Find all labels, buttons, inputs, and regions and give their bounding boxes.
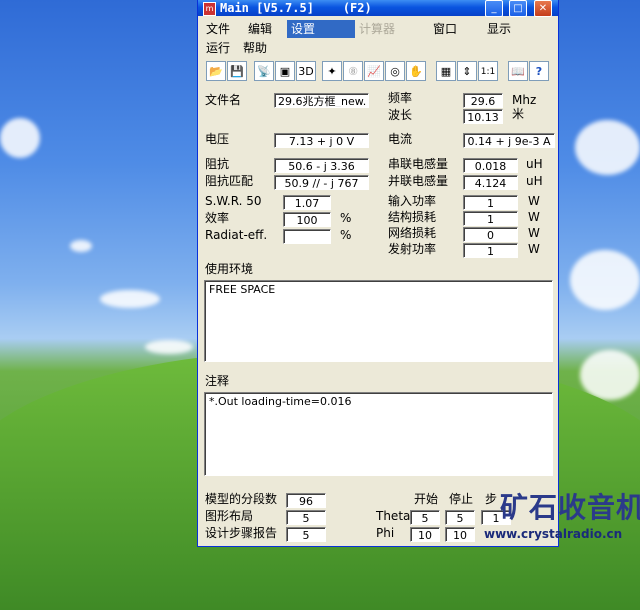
network-loss-unit: W	[528, 226, 540, 240]
efficiency-label: 效率	[205, 211, 230, 225]
input-power-field[interactable]: 1	[463, 195, 518, 210]
wavelength-field[interactable]: 10.13	[463, 109, 503, 124]
help-icon[interactable]: ?	[529, 61, 549, 81]
radiated-power-unit: W	[528, 242, 540, 256]
series-inductance-field[interactable]: 0.018	[463, 158, 518, 173]
frequency-label: 频率	[388, 91, 413, 105]
environment-textarea[interactable]: FREE SPACE	[204, 280, 553, 362]
graph-icon[interactable]: 📈	[364, 61, 384, 81]
theta-start-field[interactable]: 5	[410, 510, 440, 525]
match-field[interactable]: 50.9 // - j 767	[274, 175, 369, 190]
hand-icon[interactable]: ✋	[406, 61, 426, 81]
menu-edit[interactable]: 编辑	[244, 20, 276, 38]
disabled-tool-icon[interactable]: ⑧	[343, 61, 363, 81]
antenna-icon[interactable]: 📡	[254, 61, 274, 81]
stop-header: 停止	[449, 492, 474, 506]
watermark-title: 矿石收音机	[500, 491, 640, 524]
series-inductance-unit: uH	[526, 157, 543, 171]
frequency-field[interactable]: 29.6	[463, 93, 503, 108]
calculator-icon[interactable]: ▦	[436, 61, 456, 81]
segments-label: 模型的分段数	[205, 492, 278, 506]
menu-help[interactable]: 帮助	[239, 39, 271, 57]
title-bar[interactable]: m Main [V5.7.5] (F2) _ □ ✕	[198, 0, 558, 17]
network-loss-label: 网络损耗	[388, 226, 437, 240]
target-icon[interactable]: ◎	[385, 61, 405, 81]
menu-settings[interactable]: 设置	[287, 20, 355, 38]
menu-window[interactable]: 窗口	[429, 20, 461, 38]
input-power-label: 输入功率	[388, 194, 437, 208]
input-power-unit: W	[528, 194, 540, 208]
3d-view-icon[interactable]: 3D	[296, 61, 316, 81]
current-field[interactable]: 0.14 + j 9e-3 A	[463, 133, 555, 148]
menu-bar: 文件 编辑 设置 计算器 窗口 显示 运行 帮助	[198, 19, 558, 59]
impedance-field[interactable]: 50.6 - j 3.36	[274, 158, 369, 173]
theta-stop-field[interactable]: 5	[445, 510, 475, 525]
open-folder-icon[interactable]: 📂	[206, 61, 226, 81]
filename-label: 文件名	[205, 93, 242, 107]
parallel-inductance-unit: uH	[526, 174, 543, 188]
phi-label: Phi	[376, 526, 395, 540]
phi-start-field[interactable]: 10	[410, 527, 440, 542]
struct-loss-field[interactable]: 1	[463, 211, 518, 226]
cube-icon[interactable]: ▣	[275, 61, 295, 81]
struct-loss-label: 结构损耗	[388, 210, 437, 224]
swr-field[interactable]: 1.07	[283, 195, 331, 210]
series-inductance-label: 串联电感量	[388, 157, 449, 171]
filename-field[interactable]: 29.6兆方框_new.	[274, 93, 369, 108]
swr-label: S.W.R. 50	[205, 194, 262, 208]
radiat-eff-label: Radiat-eff.	[205, 228, 268, 242]
menu-display[interactable]: 显示	[483, 20, 515, 38]
minimize-button[interactable]: _	[485, 0, 503, 17]
notes-label: 注释	[205, 374, 230, 388]
main-window: m Main [V5.7.5] (F2) _ □ ✕ 文件 编辑 设置 计算器 …	[198, 0, 558, 546]
segments-field[interactable]: 96	[286, 493, 326, 508]
wavelength-label: 波长	[388, 108, 413, 122]
environment-label: 使用环境	[205, 262, 254, 276]
parallel-inductance-label: 并联电感量	[388, 174, 449, 188]
voltage-label: 电压	[205, 132, 230, 146]
voltage-field[interactable]: 7.13 + j 0 V	[274, 133, 369, 148]
efficiency-unit: %	[340, 211, 352, 225]
radiat-eff-field[interactable]	[283, 229, 331, 244]
start-header: 开始	[414, 492, 439, 506]
radiat-eff-unit: %	[340, 228, 352, 242]
book-icon[interactable]: 📖	[508, 61, 528, 81]
parallel-inductance-field[interactable]: 4.124	[463, 175, 518, 190]
save-icon[interactable]: 💾	[227, 61, 247, 81]
app-icon: m	[203, 2, 216, 16]
maximize-button[interactable]: □	[509, 0, 527, 17]
impedance-label: 阻抗	[205, 157, 230, 171]
radiated-power-field[interactable]: 1	[463, 243, 518, 258]
window-title: Main [V5.7.5] (F2)	[220, 1, 372, 15]
one-to-one-icon[interactable]: 1:1	[478, 61, 498, 81]
theta-label: Theta	[376, 509, 411, 523]
current-label: 电流	[388, 132, 413, 146]
notes-textarea[interactable]: *.Out loading-time=0.016	[204, 392, 553, 476]
watermark-url: www.crystalradio.cn	[484, 527, 623, 541]
layout-field[interactable]: 5	[286, 510, 326, 525]
steps-report-label: 设计步骤报告	[205, 526, 278, 540]
frequency-unit: Mhz	[512, 93, 537, 107]
radiated-power-label: 发射功率	[388, 242, 437, 256]
phi-stop-field[interactable]: 10	[445, 527, 475, 542]
efficiency-field[interactable]: 100	[283, 212, 331, 227]
adjust-icon[interactable]: ⇕	[457, 61, 477, 81]
struct-loss-unit: W	[528, 210, 540, 224]
magic-icon[interactable]: ✦	[322, 61, 342, 81]
wavelength-unit: 米	[512, 107, 525, 121]
network-loss-field[interactable]: 0	[463, 227, 518, 242]
close-button[interactable]: ✕	[534, 0, 552, 17]
layout-label: 图形布局	[205, 509, 254, 523]
step-header: 步	[485, 492, 498, 506]
match-label: 阻抗匹配	[205, 174, 254, 188]
menu-calculator[interactable]: 计算器	[355, 20, 399, 38]
menu-file[interactable]: 文件	[202, 20, 234, 38]
steps-report-field[interactable]: 5	[286, 527, 326, 542]
menu-run[interactable]: 运行	[202, 39, 234, 57]
